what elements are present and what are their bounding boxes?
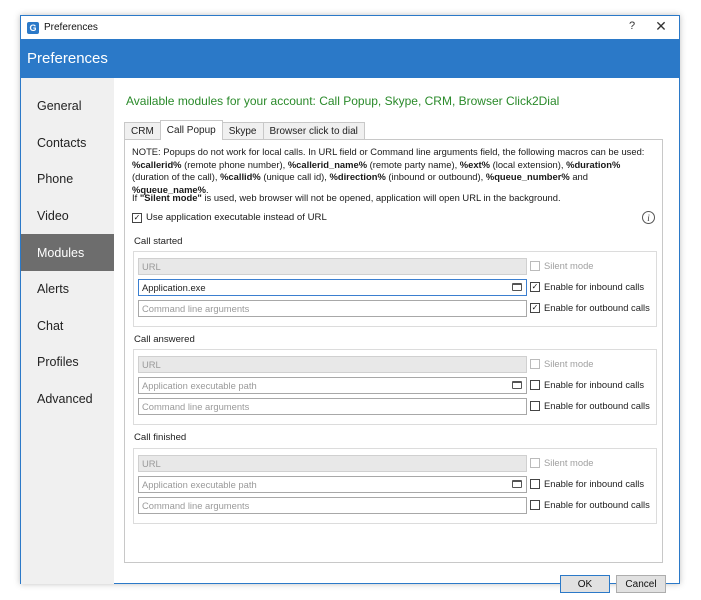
sidebar-item-phone[interactable]: Phone	[21, 161, 114, 198]
sidebar-item-chat[interactable]: Chat	[21, 308, 114, 345]
app-path-value: Application.exe	[142, 282, 206, 293]
outbound-calls-label: Enable for outbound calls	[544, 400, 650, 411]
outbound-calls-checkbox[interactable]: ✓ Enable for outbound calls	[530, 302, 650, 313]
call-answered-section: URL Silent mode Application executable p…	[133, 349, 657, 425]
silent-mode-label: Silent mode	[544, 457, 594, 468]
command-args-field[interactable]: Command line arguments	[138, 398, 527, 415]
checkbox-icon[interactable]	[530, 400, 540, 411]
sidebar-item-label: Video	[37, 209, 69, 224]
help-button[interactable]: ?	[625, 20, 639, 32]
call-started-section: URL Silent mode Application.exe ✓ Enable …	[133, 251, 657, 327]
sidebar-item-profiles[interactable]: Profiles	[21, 344, 114, 381]
app-path-placeholder: Application executable path	[142, 479, 257, 490]
ok-button[interactable]: OK	[560, 575, 610, 593]
sidebar-item-label: Profiles	[37, 355, 79, 370]
url-field[interactable]: URL	[138, 356, 527, 373]
macros-note: NOTE: Popups do not work for local calls…	[132, 146, 645, 195]
section-title-call-answered: Call answered	[134, 334, 195, 345]
title-bar: G Preferences ? ✕	[21, 16, 679, 39]
cancel-button[interactable]: Cancel	[616, 575, 666, 593]
preferences-window: G Preferences ? ✕ Preferences General Co…	[20, 15, 680, 593]
sidebar: General Contacts Phone Video Modules Ale…	[21, 78, 114, 584]
checkbox-icon[interactable]: ✓	[530, 281, 540, 292]
sidebar-item-alerts[interactable]: Alerts	[21, 271, 114, 308]
sidebar-item-label: Modules	[37, 245, 85, 260]
call-finished-section: URL Silent mode Application executable p…	[133, 448, 657, 524]
silent-mode-note: If "Silent mode" is used, web browser wi…	[132, 192, 561, 203]
app-logo-icon: G	[27, 21, 39, 34]
checkbox-icon[interactable]	[530, 260, 540, 271]
checkbox-icon[interactable]	[530, 457, 540, 468]
checkbox-icon[interactable]: ✓	[132, 212, 142, 223]
sidebar-item-advanced[interactable]: Advanced	[21, 381, 114, 418]
section-title-call-started: Call started	[134, 236, 183, 247]
section-title-call-finished: Call finished	[134, 432, 187, 443]
outbound-calls-checkbox[interactable]: Enable for outbound calls	[530, 499, 650, 510]
sidebar-item-label: Contacts	[37, 135, 87, 150]
checkbox-icon[interactable]	[530, 358, 540, 369]
silent-mode-label: Silent mode	[544, 358, 594, 369]
command-args-field[interactable]: Command line arguments	[138, 300, 527, 317]
outbound-calls-label: Enable for outbound calls	[544, 302, 650, 313]
use-app-executable-label: Use application executable instead of UR…	[146, 212, 327, 223]
folder-icon[interactable]	[512, 480, 522, 488]
inbound-calls-label: Enable for inbound calls	[544, 379, 645, 390]
folder-icon[interactable]	[512, 283, 522, 291]
url-field[interactable]: URL	[138, 258, 527, 275]
inbound-calls-label: Enable for inbound calls	[544, 281, 645, 292]
silent-mode-checkbox[interactable]: Silent mode	[530, 457, 594, 468]
inbound-calls-label: Enable for inbound calls	[544, 478, 645, 489]
sidebar-item-label: Phone	[37, 172, 74, 187]
tab-crm[interactable]: CRM	[124, 122, 161, 140]
command-args-field[interactable]: Command line arguments	[138, 497, 527, 514]
app-path-field[interactable]: Application.exe	[138, 279, 527, 296]
main-content: Available modules for your account: Call…	[114, 78, 679, 593]
sidebar-item-label: General	[37, 99, 82, 114]
command-args-placeholder: Command line arguments	[142, 401, 250, 412]
outbound-calls-checkbox[interactable]: Enable for outbound calls	[530, 400, 650, 411]
inbound-calls-checkbox[interactable]: Enable for inbound calls	[530, 478, 644, 489]
app-path-field[interactable]: Application executable path	[138, 377, 527, 394]
inbound-calls-checkbox[interactable]: Enable for inbound calls	[530, 379, 644, 390]
module-tabs: CRM Call Popup Skype Browser click to di…	[124, 120, 365, 140]
command-args-placeholder: Command line arguments	[142, 500, 250, 511]
app-path-field[interactable]: Application executable path	[138, 476, 527, 493]
sidebar-item-video[interactable]: Video	[21, 198, 114, 235]
use-app-executable-checkbox[interactable]: ✓ Use application executable instead of …	[132, 212, 327, 223]
tab-skype[interactable]: Skype	[221, 122, 264, 140]
sidebar-item-label: Alerts	[37, 282, 69, 297]
silent-mode-label: Silent mode	[544, 260, 594, 271]
app-path-placeholder: Application executable path	[142, 380, 257, 391]
url-field[interactable]: URL	[138, 455, 527, 472]
checkbox-icon[interactable]	[530, 379, 540, 390]
sidebar-item-label: Chat	[37, 318, 64, 333]
checkbox-icon[interactable]	[530, 499, 540, 510]
sidebar-item-modules[interactable]: Modules	[21, 234, 114, 271]
info-icon[interactable]: i	[642, 211, 655, 224]
close-button[interactable]: ✕	[653, 18, 669, 35]
checkbox-icon[interactable]: ✓	[530, 302, 540, 313]
header-bar: Preferences	[21, 39, 679, 78]
sidebar-item-contacts[interactable]: Contacts	[21, 125, 114, 162]
folder-icon[interactable]	[512, 381, 522, 389]
tab-call-popup[interactable]: Call Popup	[159, 120, 223, 140]
command-args-placeholder: Command line arguments	[142, 303, 250, 314]
silent-mode-checkbox[interactable]: Silent mode	[530, 358, 594, 369]
sidebar-item-label: Advanced	[37, 392, 93, 407]
call-popup-panel: NOTE: Popups do not work for local calls…	[124, 139, 663, 563]
page-title: Preferences	[27, 50, 108, 67]
sidebar-item-general[interactable]: General	[21, 88, 114, 125]
inbound-calls-checkbox[interactable]: ✓ Enable for inbound calls	[530, 281, 644, 292]
tab-browser-click-to-dial[interactable]: Browser click to dial	[262, 122, 365, 140]
outbound-calls-label: Enable for outbound calls	[544, 499, 650, 510]
available-modules-text: Available modules for your account: Call…	[126, 94, 560, 108]
window-title: Preferences	[44, 22, 98, 33]
silent-mode-checkbox[interactable]: Silent mode	[530, 260, 594, 271]
checkbox-icon[interactable]	[530, 478, 540, 489]
